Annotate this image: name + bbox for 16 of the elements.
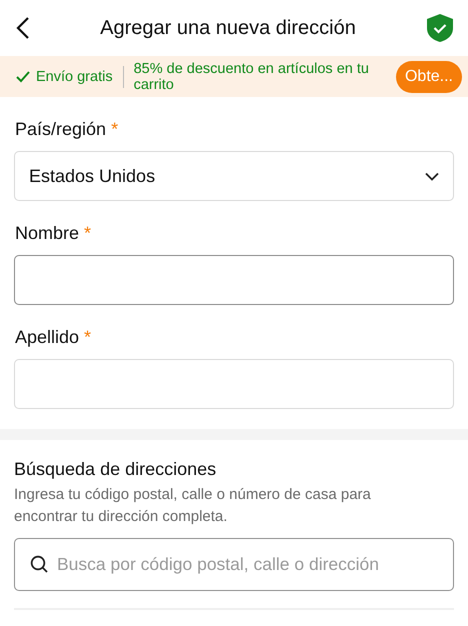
search-field[interactable]: Busca por código postal, calle o dirección: [14, 538, 454, 591]
chevron-down-icon: [425, 172, 439, 180]
section-description: Ingresa tu código postal, calle o número de casa para encontrar tu dirección completa.: [14, 485, 372, 527]
shield-check-icon: [426, 13, 454, 43]
field-label: Apellido *: [15, 327, 92, 349]
page-title: Agregar una nueva dirección: [99, 16, 357, 40]
free-shipping-text: Envío gratis: [36, 68, 113, 84]
input-field[interactable]: [14, 255, 454, 305]
field-label: País/región *: [15, 119, 120, 141]
search-icon: [30, 555, 48, 573]
section-title: Búsqueda de direcciones: [14, 459, 218, 480]
country-select[interactable]: Estados Unidos: [14, 151, 454, 201]
discount-text: 85% de descuento en artículos en tu carrito: [134, 60, 370, 92]
check-icon: [16, 70, 30, 82]
back-icon[interactable]: [16, 17, 30, 39]
field-label: Nombre *: [15, 223, 92, 245]
